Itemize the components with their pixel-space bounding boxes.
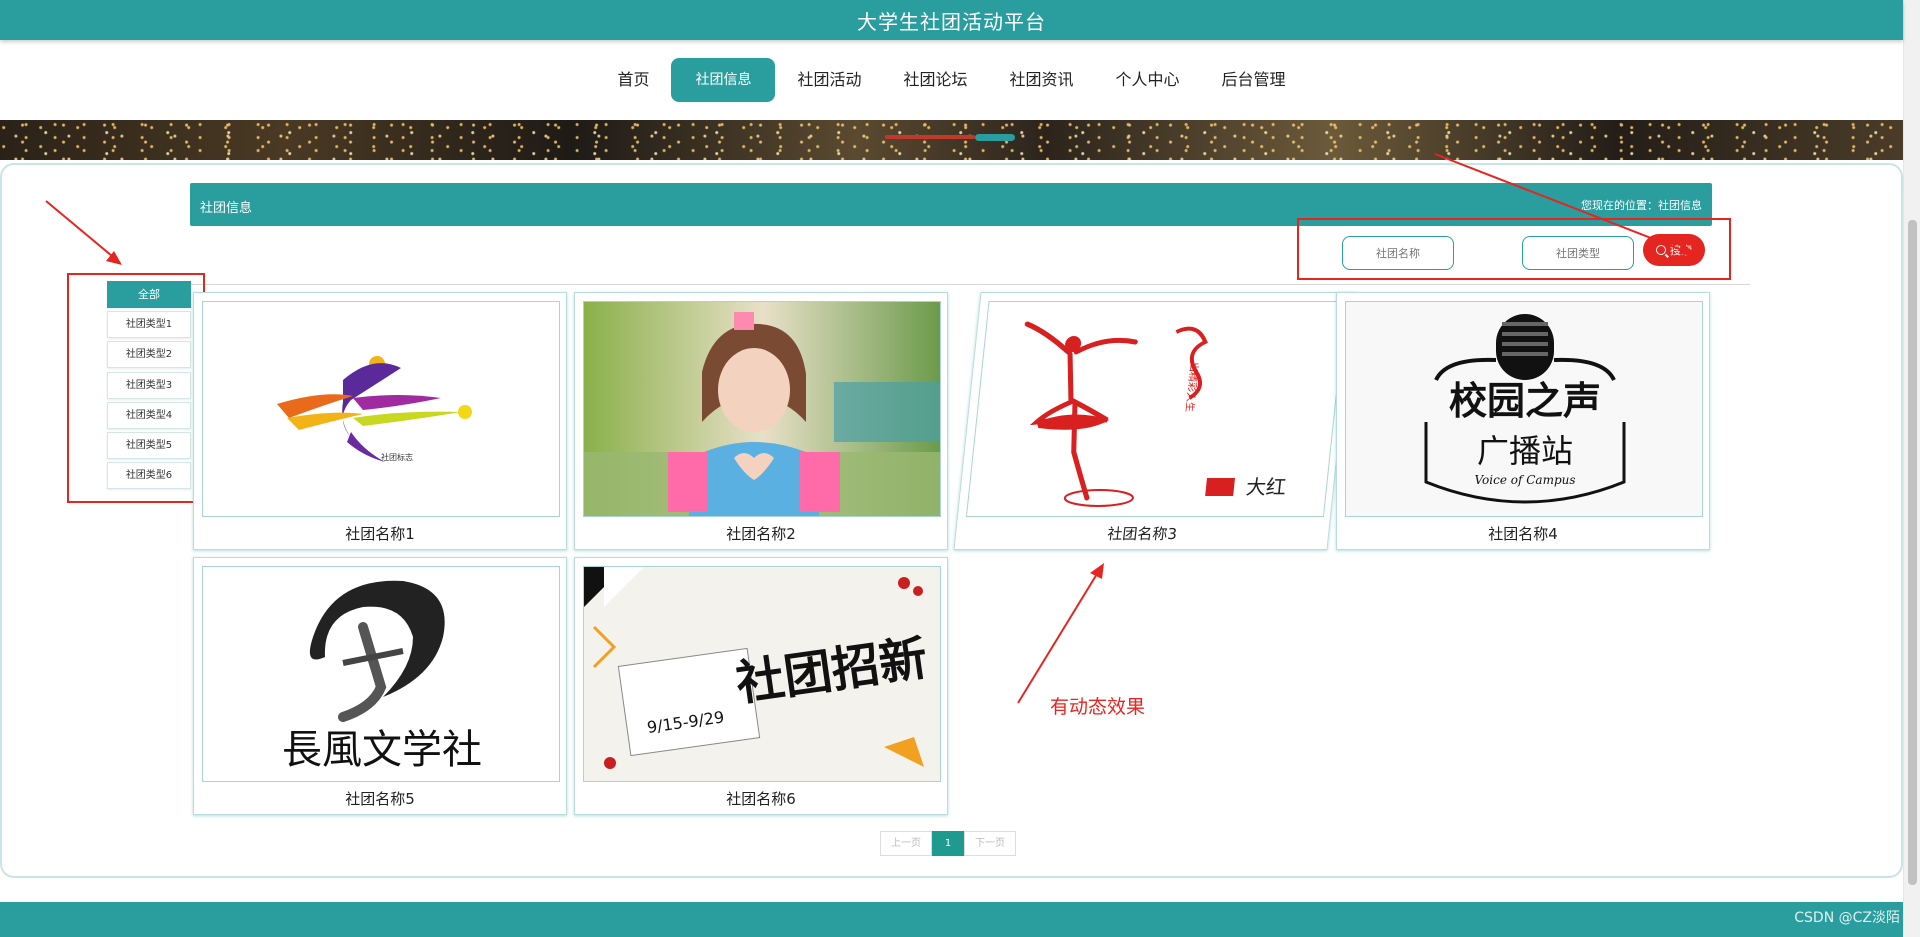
- banner-city-lights: [0, 120, 1903, 160]
- search-button[interactable]: 搜索: [1643, 234, 1705, 266]
- nav-item-admin[interactable]: 后台管理: [1202, 58, 1306, 102]
- annotation-text: 有动态效果: [1050, 696, 1146, 718]
- microphone-logo-icon: 校园之声 广播站 Voice of Campus: [1424, 314, 1626, 504]
- watermark: CSDN @CZ淡陌: [1794, 910, 1900, 926]
- dancer-logo-icon: 出精彩人生 大红: [1024, 321, 1288, 507]
- nav-item-club-forum[interactable]: 社团论坛: [883, 58, 987, 102]
- recruitment-poster-icon: 9/15-9/29 社团招新: [584, 567, 940, 781]
- club-logo-image: 社团标志: [202, 301, 560, 517]
- logo-title: 校园之声: [1449, 379, 1601, 423]
- pagination: 上一页 1 下一页: [880, 831, 1016, 856]
- nav-item-home[interactable]: 首页: [597, 58, 669, 102]
- club-card[interactable]: 社团标志 社团名称1: [193, 292, 567, 550]
- club-poster-image: 9/15-9/29 社团招新: [583, 566, 941, 782]
- banner-image: [0, 120, 1903, 160]
- club-card[interactable]: 長風文学社 社团名称5: [193, 557, 567, 815]
- next-page-button[interactable]: 下一页: [964, 831, 1016, 856]
- site-title: 大学生社团活动平台: [857, 9, 1046, 34]
- club-name: 社团名称3: [1106, 525, 1178, 543]
- club-type-input[interactable]: [1522, 236, 1634, 270]
- scrollbar[interactable]: [1903, 0, 1920, 937]
- category-type-6[interactable]: 社团类型6: [107, 462, 191, 489]
- page-number-button[interactable]: 1: [932, 831, 964, 856]
- category-type-2[interactable]: 社团类型2: [107, 341, 191, 368]
- search-button-label: 搜索: [1670, 244, 1692, 257]
- category-all[interactable]: 全部: [107, 281, 191, 308]
- banner-indicator-2[interactable]: [975, 134, 1015, 141]
- logo-english: Voice of Campus: [1474, 473, 1575, 487]
- cosplay-photo-icon: [584, 302, 940, 516]
- footer: [0, 902, 1903, 937]
- ink-brush-logo-icon: 長風文学社: [282, 580, 482, 773]
- club-name: 社团名称1: [345, 525, 415, 543]
- scrollbar-thumb[interactable]: [1908, 220, 1917, 885]
- nav-item-club-info[interactable]: 社团信息: [671, 58, 776, 102]
- banner-indicator-1[interactable]: [885, 135, 975, 139]
- logo-caption: 社团标志: [381, 452, 413, 462]
- club-card[interactable]: 校园之声 广播站 Voice of Campus 社团名称4: [1336, 292, 1710, 550]
- logo-title: 長風文学社: [282, 727, 482, 773]
- main-nav: 首页 社团信息 社团活动 社团论坛 社团资讯 个人中心 后台管理: [0, 40, 1903, 120]
- search-bar: 搜索: [1297, 218, 1731, 280]
- club-card[interactable]: 社团名称2: [574, 292, 948, 550]
- divider: [190, 284, 1750, 285]
- category-sidebar: 全部 社团类型1 社团类型2 社团类型3 社团类型4 社团类型5 社团类型6: [67, 273, 205, 503]
- search-icon: [1656, 245, 1666, 255]
- club-name-input[interactable]: [1342, 236, 1454, 270]
- top-header: 大学生社团活动平台: [0, 0, 1903, 40]
- logo-subtitle: 广播站: [1477, 432, 1573, 470]
- prev-page-button[interactable]: 上一页: [880, 831, 932, 856]
- nav-item-club-activities[interactable]: 社团活动: [777, 58, 881, 102]
- category-type-5[interactable]: 社团类型5: [107, 432, 191, 459]
- category-type-4[interactable]: 社团类型4: [107, 402, 191, 429]
- club-logo-image: 出精彩人生 大红: [965, 301, 1347, 517]
- club-logo-image: 長風文学社: [202, 566, 560, 782]
- club-name: 社团名称2: [726, 525, 796, 543]
- athlete-logo-icon: 社团标志: [277, 356, 472, 462]
- club-card[interactable]: 出精彩人生 大红 社团名称3: [953, 292, 1355, 550]
- logo-caption: 大红: [1245, 475, 1288, 499]
- nav-item-club-news[interactable]: 社团资讯: [990, 58, 1094, 102]
- club-name: 社团名称6: [726, 790, 796, 808]
- category-type-3[interactable]: 社团类型3: [107, 372, 191, 399]
- section-title: 社团信息: [200, 201, 253, 216]
- club-card[interactable]: 9/15-9/29 社团招新 社团名称6: [574, 557, 948, 815]
- category-type-1[interactable]: 社团类型1: [107, 311, 191, 338]
- nav-item-personal-center[interactable]: 个人中心: [1096, 58, 1200, 102]
- club-logo-image: 校园之声 广播站 Voice of Campus: [1345, 301, 1703, 517]
- club-name: 社团名称4: [1488, 525, 1558, 543]
- club-name: 社团名称5: [345, 790, 415, 808]
- breadcrumb: 您现在的位置：社团信息: [1581, 199, 1702, 212]
- club-photo-image: [583, 301, 941, 517]
